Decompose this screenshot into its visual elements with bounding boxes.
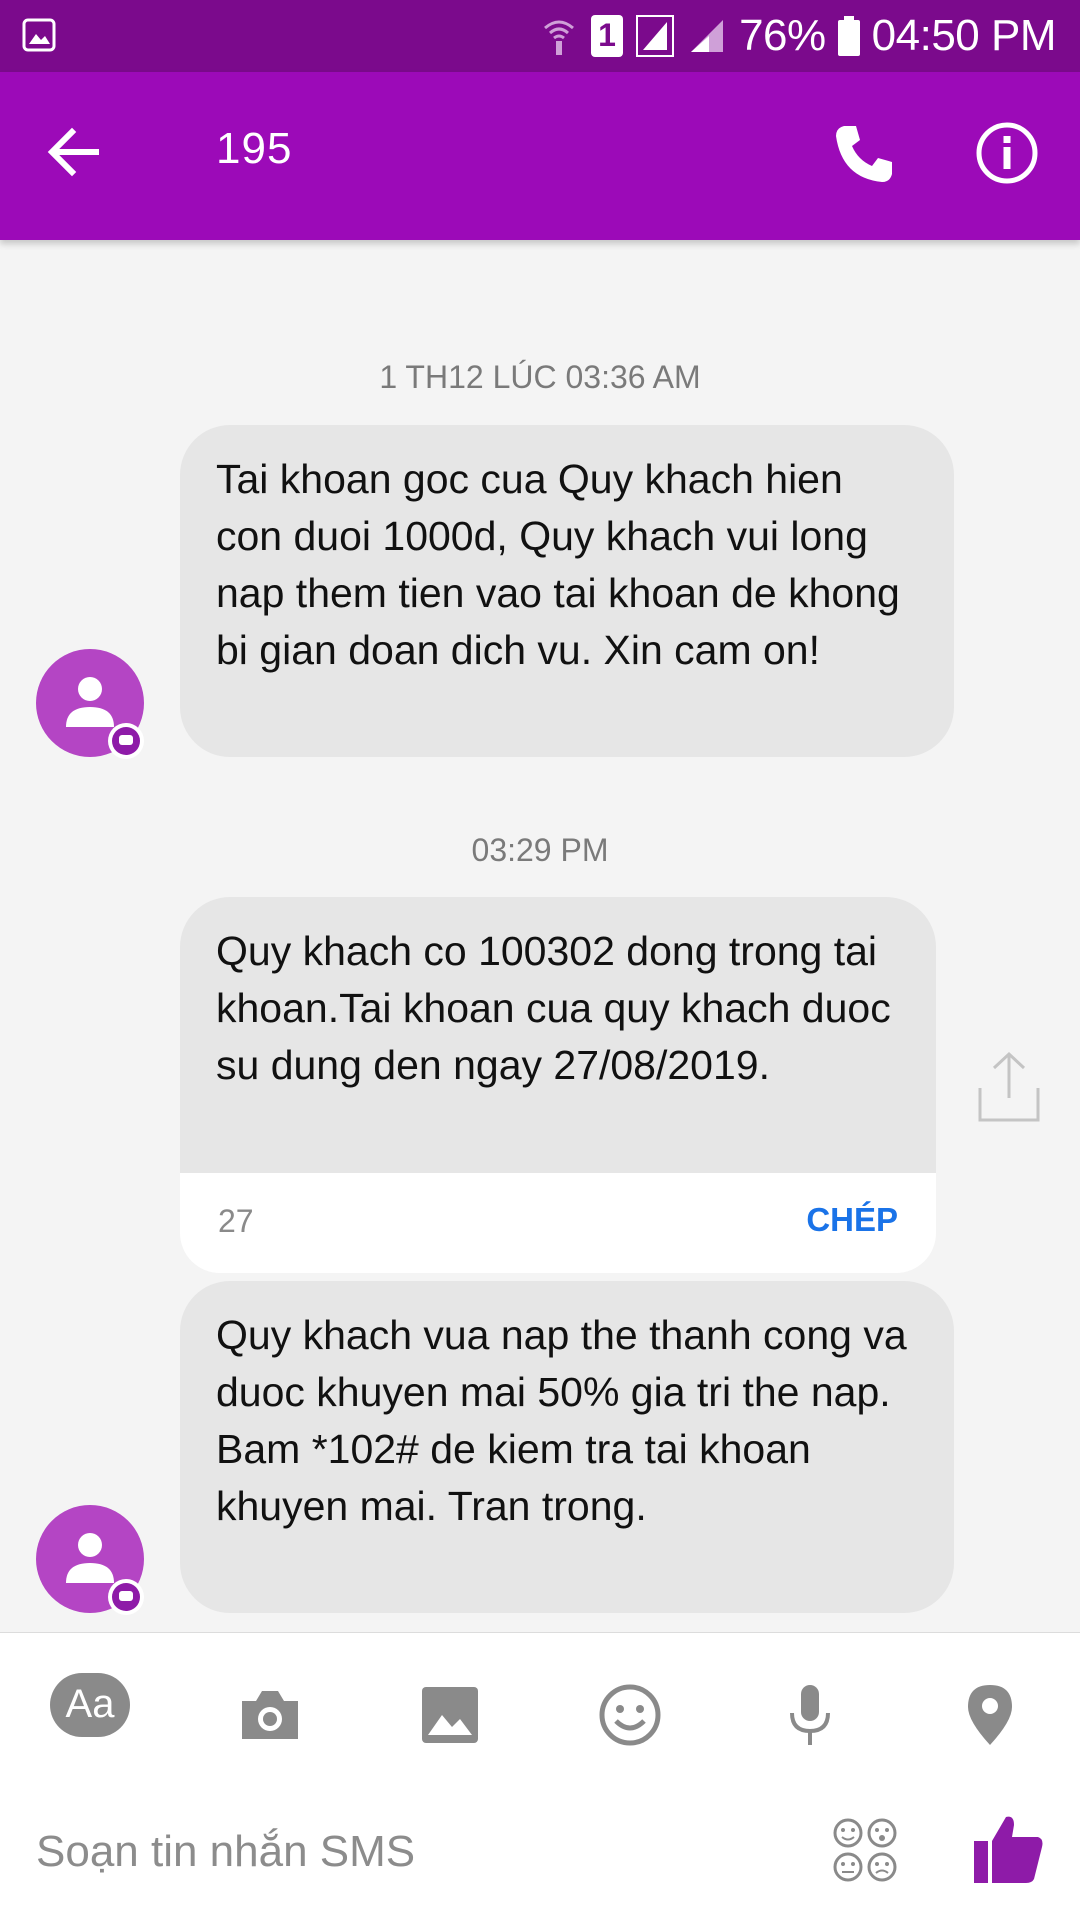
battery-icon: [837, 16, 860, 56]
signal-icon-2: [691, 20, 724, 52]
sim-slot-label: 1: [598, 17, 616, 53]
message-text-1: Tai khoan goc cua Quy khach hien con duo…: [216, 456, 900, 673]
info-icon[interactable]: [974, 120, 1040, 186]
clock: 04:50 PM: [871, 11, 1057, 60]
camera-button[interactable]: [230, 1675, 310, 1755]
amount-link[interactable]: 100302: [478, 928, 615, 974]
message-actions: 27 CHÉP: [180, 1173, 936, 1273]
emoji-icon: [599, 1684, 661, 1746]
app-bar: 195: [0, 72, 1080, 240]
signal-icon: [636, 15, 675, 57]
text-format-button[interactable]: Aa: [50, 1673, 130, 1737]
status-right: 1 76% 04:50 PM: [539, 0, 1057, 72]
message-input[interactable]: Soạn tin nhắn SMS: [36, 1827, 415, 1877]
message-bubble-1[interactable]: Tai khoan goc cua Quy khach hien con duo…: [180, 425, 954, 757]
character-count: 27: [218, 1203, 254, 1239]
message-badge-icon: [108, 723, 144, 759]
copy-button[interactable]: CHÉP: [806, 1201, 898, 1239]
person-icon: [66, 1533, 114, 1583]
composer: Aa Soạn tin nhắn SMS: [0, 1632, 1080, 1920]
gallery-button[interactable]: [410, 1675, 490, 1755]
message-text-2-prefix: Quy khach co: [216, 928, 479, 974]
gallery-icon: [22, 18, 56, 52]
timestamp-2: 03:29 PM: [471, 832, 609, 868]
phone-icon[interactable]: [832, 122, 896, 186]
mic-icon: [790, 1685, 830, 1745]
emoji-button[interactable]: [590, 1675, 670, 1755]
camera-icon: [242, 1691, 298, 1739]
image-icon: [422, 1687, 478, 1743]
avatar[interactable]: [36, 649, 144, 759]
message-text-3: Quy khach vua nap the thanh cong va duoc…: [216, 1312, 907, 1529]
location-icon: [968, 1685, 1012, 1745]
voice-button[interactable]: [770, 1675, 850, 1755]
stickers-icon[interactable]: [830, 1815, 900, 1885]
timestamp-1: 1 TH12 LÚC 03:36 AM: [379, 359, 701, 395]
share-icon[interactable]: [976, 1050, 1042, 1124]
message-bubble-2[interactable]: Quy khach co 100302 dong trong tai khoan…: [180, 897, 936, 1273]
message-bubble-3[interactable]: Quy khach vua nap the thanh cong va duoc…: [180, 1281, 954, 1613]
message-text-2: Quy khach co 100302 dong trong tai khoan…: [180, 897, 936, 1173]
battery-percent: 76%: [739, 11, 826, 60]
avatar[interactable]: [36, 1505, 144, 1615]
location-button[interactable]: [950, 1675, 1030, 1755]
status-bar: 1 76% 04:50 PM: [0, 0, 1080, 72]
sim-icon: 1: [591, 15, 624, 57]
back-arrow-icon[interactable]: [44, 122, 104, 182]
wifi-call-icon: [544, 20, 575, 55]
conversation-title: 195: [216, 124, 293, 173]
thumbs-up-icon[interactable]: [972, 1811, 1046, 1885]
person-icon: [66, 677, 114, 727]
message-badge-icon: [108, 1579, 144, 1615]
